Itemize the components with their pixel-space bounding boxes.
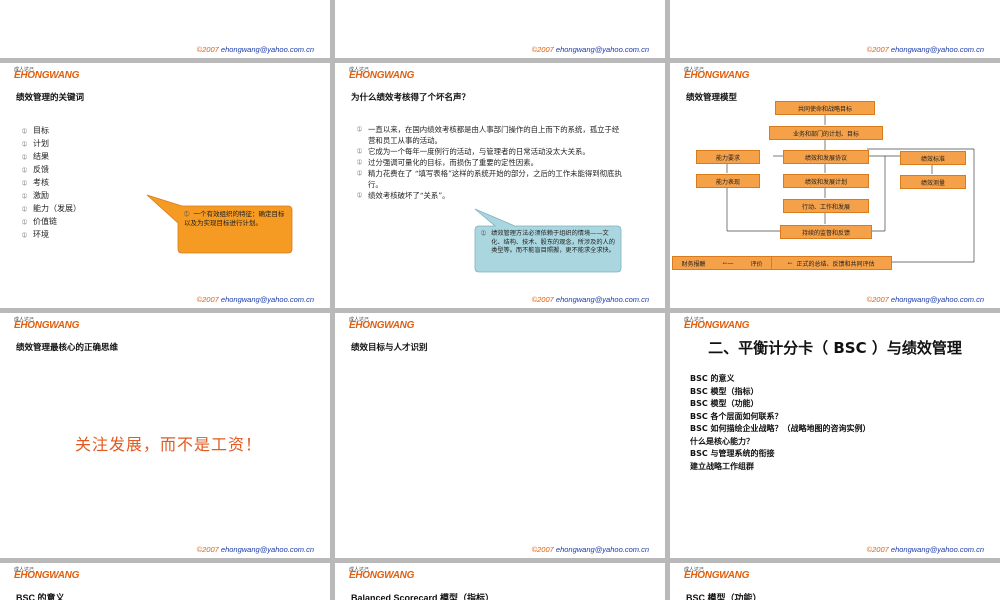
key-message: 关注发展，而不是工资！: [75, 435, 263, 454]
footer: ©2007 ehongwang@yahoo.com.cn: [531, 45, 649, 54]
list-item: 建立战略工作组群: [690, 461, 754, 471]
footer: ©2007 ehongwang@yahoo.com.cn: [866, 545, 984, 554]
slide-keywords[interactable]: 成人达己 EHONGWANG 绩效管理的关键词 ➀ 目标 ➀ 计划 ➀ 结果 ➀ 反馈 …: [0, 63, 330, 308]
list-item: BSC 各个层面如何联系？: [690, 411, 783, 421]
slide-top-2: ©2007 ehongwang@yahoo.com.cn: [335, 0, 665, 58]
logo: EHONGWANG: [14, 570, 80, 581]
box-ability-show: 能力表现: [696, 174, 760, 188]
footer: ©2007 ehongwang@yahoo.com.cn: [196, 545, 314, 554]
footer: ©2007 ehongwang@yahoo.com.cn: [531, 545, 649, 554]
logo: EHONGWANG: [684, 320, 750, 331]
slide-top-1: ©2007 ehongwang@yahoo.com.cn: [0, 0, 330, 58]
section-title: 二、平衡计分卡（ BSC ）与绩效管理: [708, 339, 962, 357]
list-item: BSC 模型（功能）: [690, 399, 759, 408]
slide-title: BSC 模型（功能）: [686, 593, 762, 600]
box-monitor: 持续的监督和反馈: [780, 225, 872, 239]
slide-bottom-3[interactable]: 成人达己 EHONGWANG BSC 模型（功能）: [670, 563, 1000, 600]
logo: EHONGWANG: [14, 320, 80, 331]
callout-text: ➀ 一个有效组织的特征：确定目标以及为实现目标进行计划。: [184, 210, 285, 227]
slide-top-3: ©2007 ehongwang@yahoo.com.cn: [670, 0, 1000, 58]
slide-title: 绩效目标与人才识别: [351, 343, 428, 353]
box-agreement: 绩效和发展协议: [783, 150, 869, 164]
slide-talent[interactable]: 成人达己 EHONGWANG 绩效目标与人才识别 ©2007 ehongwang…: [335, 313, 665, 558]
slide-model[interactable]: 成人达己 EHONGWANG 绩效管理模型 共同使命和战略目标 业务和部门的计划…: [670, 63, 1000, 308]
logo: EHONGWANG: [349, 320, 415, 331]
box-perf-measure: 绩效测量: [900, 175, 966, 189]
box-review: ← 正式的总结、反馈和共同评估: [770, 256, 892, 270]
callout-shape: [474, 208, 622, 273]
list-item: BSC 与管理系统的衔接: [690, 449, 775, 458]
box-ability-req: 能力要求: [696, 150, 760, 164]
logo: EHONGWANG: [684, 570, 750, 581]
box-dept-plan: 业务和部门的计划、目标: [769, 126, 883, 140]
slide-bad-reputation[interactable]: 成人达己 EHONGWANG 为什么绩效考核得了个坏名声？ ➀ 一直以来，在国内绩…: [335, 63, 665, 308]
bsc-topic-list: BSC 的意义 BSC 模型（指标） BSC 模型（功能） BSC 各个层面如何…: [690, 373, 871, 473]
list-item: BSC 的意义: [690, 374, 735, 383]
slide-title: Balanced Scorecard 模型（指标）: [351, 593, 495, 600]
box-mission: 共同使命和战略目标: [775, 101, 875, 115]
list-item: BSC 模型（指标）: [690, 386, 759, 396]
list-item: 什么是核心能力？: [690, 436, 754, 446]
slide-bottom-1[interactable]: 成人达己 EHONGWANG BSC 的意义: [0, 563, 330, 600]
list-item: BSC 如何描绘企业战略？（战略地图的咨询实例）: [690, 424, 871, 433]
logo: EHONGWANG: [349, 570, 415, 581]
slide-title: BSC 的意义: [16, 593, 65, 600]
footer: ©2007 ehongwang@yahoo.com.cn: [196, 295, 314, 304]
footer: ©2007 ehongwang@yahoo.com.cn: [866, 45, 984, 54]
slide-title: 绩效管理最核心的正确思维: [16, 343, 119, 353]
footer: ©2007 ehongwang@yahoo.com.cn: [531, 295, 649, 304]
box-reward: 财务报酬 ←— 评价: [672, 256, 772, 270]
slide-core-thinking[interactable]: 成人达己 EHONGWANG 绩效管理最核心的正确思维 关注发展，而不是工资！ …: [0, 313, 330, 558]
slide-bsc-section[interactable]: 成人达己 EHONGWANG 二、平衡计分卡（ BSC ）与绩效管理 BSC 的…: [670, 313, 1000, 558]
box-action: 行动、工作和发展: [783, 199, 869, 213]
slide-bottom-2[interactable]: 成人达己 EHONGWANG Balanced Scorecard 模型（指标）: [335, 563, 665, 600]
footer: ©2007 ehongwang@yahoo.com.cn: [196, 45, 314, 54]
box-plan: 绩效和发展计划: [783, 174, 869, 188]
box-perf-std: 绩效标准: [900, 151, 966, 165]
footer: ©2007 ehongwang@yahoo.com.cn: [866, 295, 984, 304]
callout-text: ➀ 绩效管理方法必须依赖于组织的情境——文化、结构、技术、股东的观念，所涉及的人的…: [481, 230, 615, 254]
callout-shape: [146, 194, 293, 254]
